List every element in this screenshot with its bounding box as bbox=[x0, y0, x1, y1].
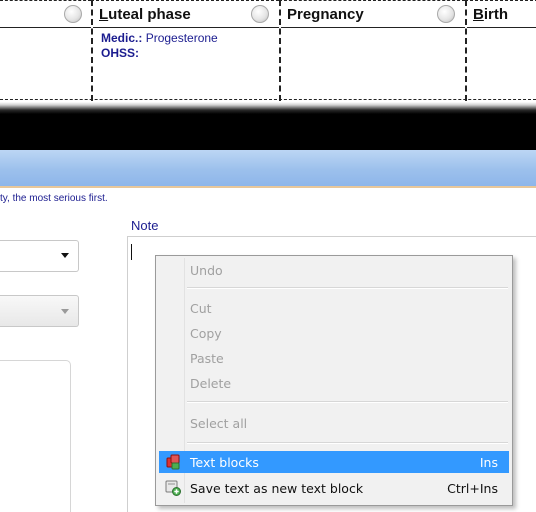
luteal-phase-radio-button[interactable] bbox=[251, 5, 269, 23]
chevron-down-icon bbox=[61, 309, 69, 314]
save-text-block-icon bbox=[165, 480, 181, 496]
menu-separator bbox=[187, 442, 508, 444]
birth-title: Birth bbox=[473, 6, 509, 23]
medic-label: Medic.: bbox=[101, 31, 143, 45]
phase-column-pregnancy: Pregnancy bbox=[279, 0, 465, 101]
context-menu: Undo Cut Copy Paste Delete Select all Te… bbox=[155, 255, 513, 506]
phase-column-previous bbox=[0, 0, 91, 101]
menu-separator bbox=[187, 287, 508, 289]
phase-radio-button[interactable] bbox=[64, 5, 82, 23]
secondary-dropdown[interactable] bbox=[0, 295, 79, 327]
menu-item-save-text-block[interactable]: Save text as new text block Ctrl+Ins bbox=[159, 477, 509, 499]
phase-column-header bbox=[0, 1, 91, 28]
medic-value: Progesterone bbox=[145, 31, 218, 45]
menu-item-undo[interactable]: Undo bbox=[159, 259, 509, 281]
pregnancy-radio-button[interactable] bbox=[437, 5, 455, 23]
phase-column-birth: Birth bbox=[465, 0, 536, 101]
phase-column-header: Pregnancy bbox=[281, 1, 465, 28]
chevron-down-icon bbox=[61, 253, 69, 258]
phase-table: Luteal phase Medic.: Progesterone OHSS: … bbox=[0, 0, 536, 102]
luteal-phase-details: Medic.: Progesterone OHSS: bbox=[93, 28, 279, 61]
text-blocks-icon bbox=[165, 454, 181, 470]
menu-item-paste[interactable]: Paste bbox=[159, 347, 509, 369]
text-caret bbox=[131, 244, 132, 260]
menu-separator bbox=[187, 401, 508, 403]
black-header-strip bbox=[0, 102, 536, 150]
phase-column-header: Luteal phase bbox=[93, 1, 279, 28]
menu-item-select-all[interactable]: Select all bbox=[159, 412, 509, 434]
menu-item-text-blocks[interactable]: Text blocks Ins bbox=[159, 451, 509, 473]
menu-item-copy[interactable]: Copy bbox=[159, 322, 509, 344]
ohss-label: OHSS: bbox=[101, 46, 140, 60]
left-panel bbox=[0, 360, 71, 512]
hint-text: ty, the most serious first. bbox=[0, 193, 108, 204]
severity-dropdown[interactable] bbox=[0, 240, 79, 272]
menu-item-cut[interactable]: Cut bbox=[159, 297, 509, 319]
section-header-band bbox=[0, 150, 536, 188]
phase-table-bottom-border bbox=[0, 99, 536, 100]
luteal-phase-title: Luteal phase bbox=[99, 6, 191, 23]
note-label: Note bbox=[131, 218, 159, 233]
phase-column-header: Birth bbox=[467, 1, 536, 28]
pregnancy-title: Pregnancy bbox=[287, 6, 364, 23]
phase-column-luteal: Luteal phase Medic.: Progesterone OHSS: bbox=[91, 0, 279, 101]
menu-item-delete[interactable]: Delete bbox=[159, 372, 509, 394]
